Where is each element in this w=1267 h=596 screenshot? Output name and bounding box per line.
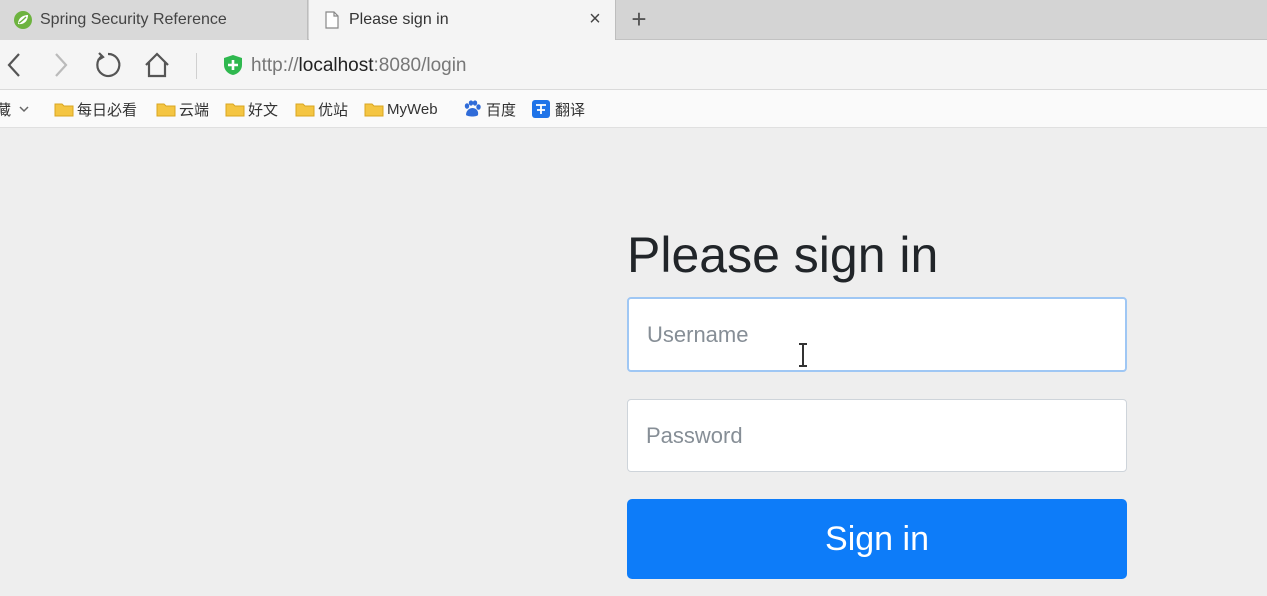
url-scheme: http://: [251, 55, 299, 76]
navigation-bar: http://localhost:8080/login: [0, 40, 1267, 90]
password-input[interactable]: [627, 399, 1127, 472]
page-icon: [321, 9, 343, 31]
folder-icon: [364, 103, 384, 116]
bookmark-label: 翻译: [555, 101, 586, 119]
tab-strip: Spring Security Reference Please sign in…: [0, 0, 1267, 40]
page-title: Please sign in: [627, 227, 939, 283]
url-host: localhost: [298, 55, 374, 76]
tab-spring-security-reference[interactable]: Spring Security Reference: [0, 0, 308, 40]
folder-icon: [225, 103, 245, 116]
new-tab-icon[interactable]: +: [626, 6, 652, 32]
bookmark-label: 云端: [179, 101, 210, 119]
url-path: :8080/login: [373, 55, 467, 76]
folder-icon: [156, 103, 176, 116]
sign-in-button[interactable]: Sign in: [627, 499, 1127, 579]
bookmark-label: 每日必看: [77, 101, 138, 119]
bookmarks-bar: 藏 每日必看 云端 好文 优站 MyWeb 百度 翻译: [0, 90, 1267, 128]
tab-title: Spring Security Reference: [40, 11, 227, 28]
bookmark-label: MyWeb: [387, 100, 438, 118]
back-icon[interactable]: [0, 50, 30, 80]
bookmark-label: 优站: [318, 101, 349, 119]
address-bar[interactable]: http://localhost:8080/login: [251, 54, 1151, 78]
bookmark-translate[interactable]: 翻译: [531, 99, 585, 119]
close-tab-icon[interactable]: ×: [585, 9, 605, 29]
bookmark-folder-myweb[interactable]: MyWeb: [364, 99, 438, 119]
bookmark-folder-1[interactable]: 每日必看: [54, 99, 137, 119]
translate-icon: [532, 100, 550, 118]
bookmark-folder-2[interactable]: 云端: [156, 99, 209, 119]
baidu-paw-icon: [464, 100, 481, 117]
bookmark-folder-3[interactable]: 好文: [225, 99, 278, 119]
bookmark-label: 百度: [486, 101, 517, 119]
tab-please-sign-in[interactable]: Please sign in ×: [309, 0, 616, 40]
reload-icon[interactable]: [93, 50, 123, 80]
secure-shield-icon[interactable]: [222, 54, 244, 76]
forward-icon[interactable]: [45, 50, 75, 80]
chevron-down-icon: [19, 106, 29, 113]
home-icon[interactable]: [142, 50, 172, 80]
username-input[interactable]: [627, 297, 1127, 372]
bookmark-baidu[interactable]: 百度: [462, 99, 516, 119]
toolbar-divider: [196, 53, 197, 79]
bookmark-favorites-menu[interactable]: 藏: [0, 99, 29, 119]
spring-leaf-icon: [12, 9, 34, 31]
text-cursor-icon: [799, 343, 807, 367]
bookmark-label: 藏: [0, 101, 12, 119]
folder-icon: [54, 103, 74, 116]
tab-title: Please sign in: [349, 11, 449, 28]
bookmark-label: 好文: [248, 101, 279, 119]
bookmark-folder-4[interactable]: 优站: [295, 99, 348, 119]
folder-icon: [295, 103, 315, 116]
